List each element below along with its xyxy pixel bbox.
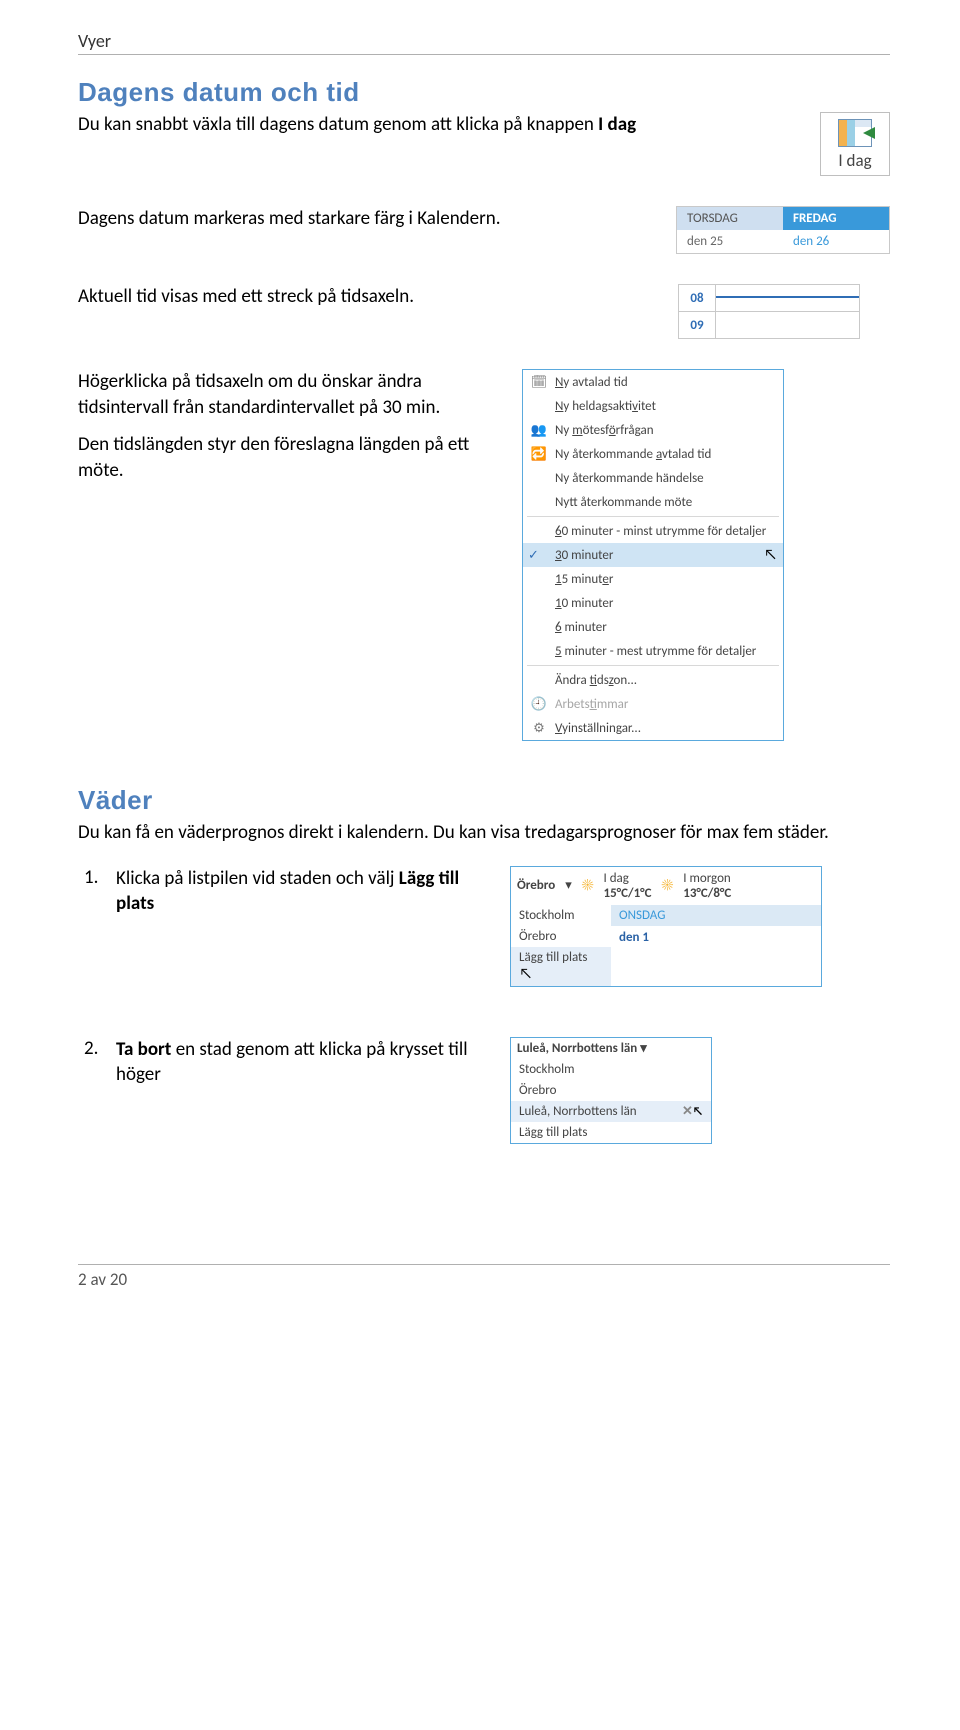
w1-tom-lbl: I morgon <box>683 871 731 886</box>
w2-opt-stockholm[interactable]: Stockholm <box>511 1059 711 1080</box>
daytable-th-torsdag: TORSDAG <box>677 207 784 231</box>
row-idag: Du kan snabbt växla till dagens datum ge… <box>78 112 890 176</box>
menu-10min[interactable]: 10 minuter <box>523 591 783 615</box>
step2a: Ta bort <box>116 1038 171 1061</box>
menu-ny-heldag[interactable]: Ny heldagsaktivitet <box>523 394 783 418</box>
w1-daycell: den 1 <box>611 926 821 949</box>
menu-vyinstallningar[interactable]: ⚙Vyinställningar... <box>523 716 783 740</box>
weather-dropdown-1[interactable]: Örebro ▾ ☀ I dag15°C/1°C ☀ I morgon13°C/8… <box>510 866 822 987</box>
current-time-line <box>716 296 859 298</box>
p3: Aktuell tid visas med ett streck på tids… <box>78 284 664 310</box>
clock-icon: 🕘 <box>529 695 549 713</box>
w2-opt-orebro[interactable]: Örebro <box>511 1080 711 1101</box>
sun-icon-2: ☀ <box>662 876 674 895</box>
chevron-down-icon[interactable]: ▾ <box>565 878 572 893</box>
daytable-th-fredag: FREDAG <box>783 207 890 231</box>
row-markering: Dagens datum markeras med starkare färg … <box>78 206 890 254</box>
timeaxis-screenshot: 08 09 <box>678 284 860 339</box>
w1-dayhdr: ONSDAG <box>611 905 821 926</box>
gear-icon: ⚙ <box>529 719 549 737</box>
interval-text: Högerklicka på tidsaxeln om du önskar än… <box>78 369 508 484</box>
check-icon: ✓ <box>528 548 539 563</box>
calendar-today-icon <box>838 119 872 147</box>
menu-ny-aterkom-handelse[interactable]: Ny återkommande händelse <box>523 466 783 490</box>
text-idag: Du kan snabbt växla till dagens datum ge… <box>78 112 800 138</box>
meeting-icon: 👥 <box>529 421 549 439</box>
menu-30min[interactable]: ✓30 minuter↖ <box>523 543 783 567</box>
cursor-icon: ↖ <box>693 1105 703 1119</box>
daytable-d2: den 26 <box>783 230 890 254</box>
page-header: Vyer <box>78 30 890 55</box>
heading-dagens-datum: Dagens datum och tid <box>78 77 890 108</box>
menu-60min[interactable]: 60 minuter - minst utrymme för detaljer <box>523 519 783 543</box>
menu-ny-aterkom-avtalad[interactable]: 🔁Ny återkommande avtalad tid <box>523 442 783 466</box>
menu-tidszon[interactable]: Ändra tidszon... <box>523 668 783 692</box>
p4: Högerklicka på tidsaxeln om du önskar än… <box>78 369 508 420</box>
w2-opt-add[interactable]: Lägg till plats <box>511 1122 711 1143</box>
daytable-screenshot: TORSDAG FREDAG den 25 den 26 <box>676 206 890 254</box>
remove-icon[interactable]: ✕↖ <box>682 1104 703 1119</box>
row-interval: Högerklicka på tidsaxeln om du önskar än… <box>78 369 890 741</box>
p1b: I dag <box>598 113 636 136</box>
p1a: Du kan snabbt växla till dagens datum ge… <box>78 113 598 136</box>
menu-ny-mote[interactable]: 👥Ny mötesförfrågan <box>523 418 783 442</box>
chevron-down-icon[interactable]: ▾ <box>640 1041 647 1056</box>
page-footer: 2 av 20 <box>78 1264 890 1290</box>
cursor-icon: ↖ <box>764 546 777 564</box>
p5: Den tidslängden styr den föreslagna läng… <box>78 432 508 483</box>
menu-15min[interactable]: 15 minuter <box>523 567 783 591</box>
w1-tom-temp: 13°C/8°C <box>683 886 731 901</box>
hour-08: 08 <box>679 285 716 311</box>
w1-opt-add[interactable]: Lägg till plats ↖ <box>511 947 611 986</box>
menu-6min[interactable]: 6 minuter <box>523 615 783 639</box>
w2-opt-lulea[interactable]: Luleå, Norrbottens län✕↖ <box>511 1101 711 1122</box>
menu-ny-avtalad-tid[interactable]: 🗓Ny avtalad tid <box>523 370 783 394</box>
weather-dropdown-2[interactable]: Luleå, Norrbottens län ▾ Stockholm Örebr… <box>510 1037 712 1144</box>
w1-city: Örebro <box>517 878 555 893</box>
sun-icon: ☀ <box>582 876 594 895</box>
idag-label: I dag <box>825 150 885 171</box>
idag-button[interactable]: I dag <box>820 112 890 176</box>
weather2-screenshot: Luleå, Norrbottens län ▾ Stockholm Örebr… <box>510 1037 712 1144</box>
time-axis: 08 09 <box>678 284 860 339</box>
menu-arbetstimmar: 🕘Arbetstimmar <box>523 692 783 716</box>
weather1-screenshot: Örebro ▾ ☀ I dag15°C/1°C ☀ I morgon13°C/8… <box>510 866 822 987</box>
step1a: Klicka på listpilen vid staden och välj <box>116 867 399 890</box>
step-2: Ta bort en stad genom att klicka på krys… <box>78 1037 890 1144</box>
p-vader: Du kan få en väderprognos direkt i kalen… <box>78 820 890 846</box>
w1-today-temp: 15°C/1°C <box>604 886 652 901</box>
cursor-icon: ↖ <box>519 965 532 983</box>
day-table: TORSDAG FREDAG den 25 den 26 <box>676 206 890 254</box>
heading-vader: Väder <box>78 785 890 816</box>
menu-5min[interactable]: 5 minuter - mest utrymme för detaljer <box>523 639 783 663</box>
menu-sep2 <box>527 665 779 666</box>
page: Vyer Dagens datum och tid Du kan snabbt … <box>0 0 960 1320</box>
menu-nytt-aterkom-mote[interactable]: Nytt återkommande möte <box>523 490 783 514</box>
steps-list: Klicka på listpilen vid staden och välj … <box>78 866 890 1144</box>
step-1: Klicka på listpilen vid staden och välj … <box>78 866 890 987</box>
menu-sep <box>527 516 779 517</box>
w2-city: Luleå, Norrbottens län <box>517 1041 637 1056</box>
w1-today-lbl: I dag <box>604 871 629 886</box>
w1-opt-orebro[interactable]: Örebro <box>511 926 611 947</box>
row-tidsaxel: Aktuell tid visas med ett streck på tids… <box>78 284 890 339</box>
daytable-d1: den 25 <box>677 230 784 254</box>
context-menu-screenshot: 🗓Ny avtalad tid Ny heldagsaktivitet 👥Ny … <box>522 369 784 741</box>
calendar-icon: 🗓 <box>529 373 549 391</box>
recur-icon: 🔁 <box>529 445 549 463</box>
hour-09: 09 <box>679 312 716 338</box>
context-menu[interactable]: 🗓Ny avtalad tid Ny heldagsaktivitet 👥Ny … <box>522 369 784 741</box>
idag-button-screenshot: I dag <box>820 112 890 176</box>
w1-opt-stockholm[interactable]: Stockholm <box>511 905 611 926</box>
p2: Dagens datum markeras med starkare färg … <box>78 206 662 232</box>
